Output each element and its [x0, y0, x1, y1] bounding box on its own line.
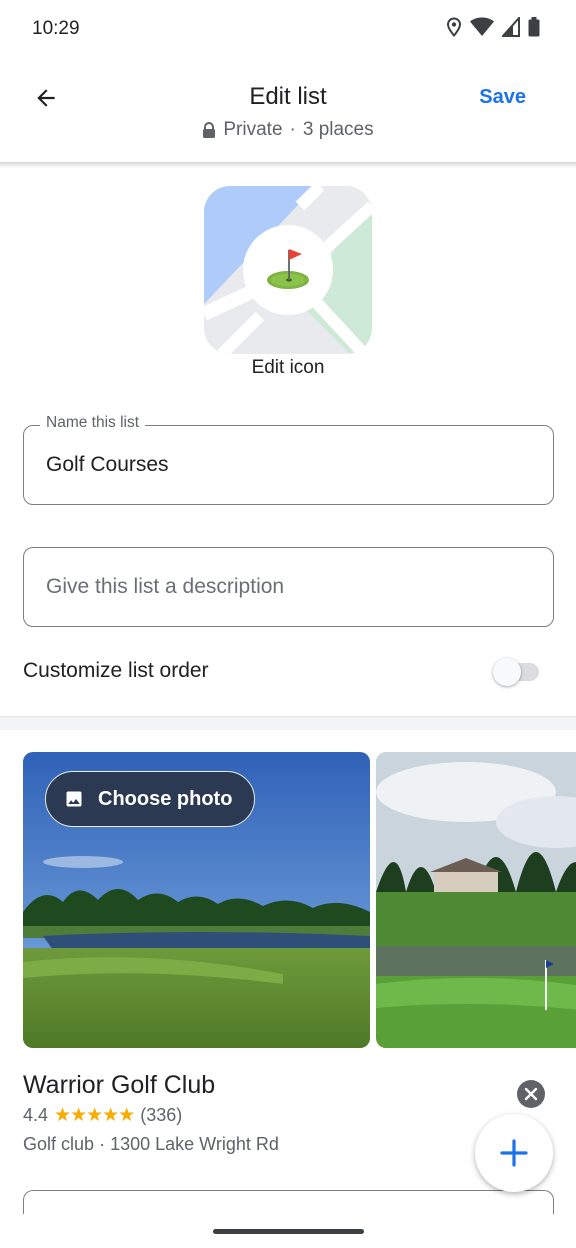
stars-display: ★★★★★: [54, 1105, 135, 1126]
subtitle-separator: ·: [289, 119, 296, 140]
place-name[interactable]: Warrior Golf Club: [23, 1071, 215, 1100]
rating-value: 4.4: [23, 1105, 49, 1125]
home-indicator[interactable]: [213, 1229, 364, 1234]
choose-photo-button[interactable]: Choose photo: [45, 771, 255, 827]
place-details: Golf club · 1300 Lake Wright Rd: [23, 1134, 279, 1155]
status-icons: [446, 17, 540, 37]
signal-icon: [502, 17, 520, 37]
header-shadow: [0, 162, 576, 168]
star-rating: ★★★★★: [54, 1104, 135, 1127]
place-category: Golf club: [23, 1134, 95, 1154]
lock-icon: [203, 122, 216, 138]
add-icon: [500, 1139, 528, 1167]
save-button[interactable]: Save: [479, 86, 526, 109]
add-place-button[interactable]: [475, 1114, 553, 1192]
review-count: (336): [140, 1105, 183, 1125]
privacy-label: Private: [223, 119, 283, 140]
status-bar: 10:29: [0, 0, 576, 58]
toggle-thumb: [493, 658, 521, 686]
golf-green-photo: [376, 752, 576, 1048]
close-icon: [524, 1087, 538, 1101]
list-description-input[interactable]: Give this list a description: [46, 575, 284, 599]
app-bar: Edit list Private · 3 places Save: [0, 58, 576, 164]
choose-photo-label: Choose photo: [98, 787, 233, 810]
section-divider: [0, 716, 576, 730]
image-icon: [66, 791, 82, 807]
places-count: 3 places: [302, 119, 374, 140]
place-photo-2[interactable]: [376, 752, 576, 1048]
list-name-input[interactable]: Golf Courses: [46, 453, 169, 477]
customize-order-label: Customize list order: [23, 659, 209, 682]
list-name-legend: Name this list: [40, 414, 146, 432]
status-time: 10:29: [32, 18, 80, 39]
edit-icon-link[interactable]: Edit icon: [0, 357, 576, 379]
wifi-icon: [470, 17, 494, 36]
place-address: 1300 Lake Wright Rd: [110, 1134, 279, 1154]
battery-icon: [528, 17, 540, 37]
list-name-field[interactable]: Name this list Golf Courses: [23, 414, 554, 505]
list-description-field[interactable]: Give this list a description: [23, 547, 554, 627]
list-icon-button[interactable]: [204, 186, 372, 354]
remove-place-button[interactable]: [517, 1080, 545, 1108]
golf-flag-icon: [267, 249, 309, 289]
rating-row: 4.4 ★★★★★ (336): [23, 1104, 182, 1127]
place-separator: ·: [99, 1134, 106, 1154]
list-subtitle: Private · 3 places: [0, 119, 576, 141]
location-icon: [446, 17, 462, 37]
customize-order-toggle[interactable]: [493, 658, 539, 686]
